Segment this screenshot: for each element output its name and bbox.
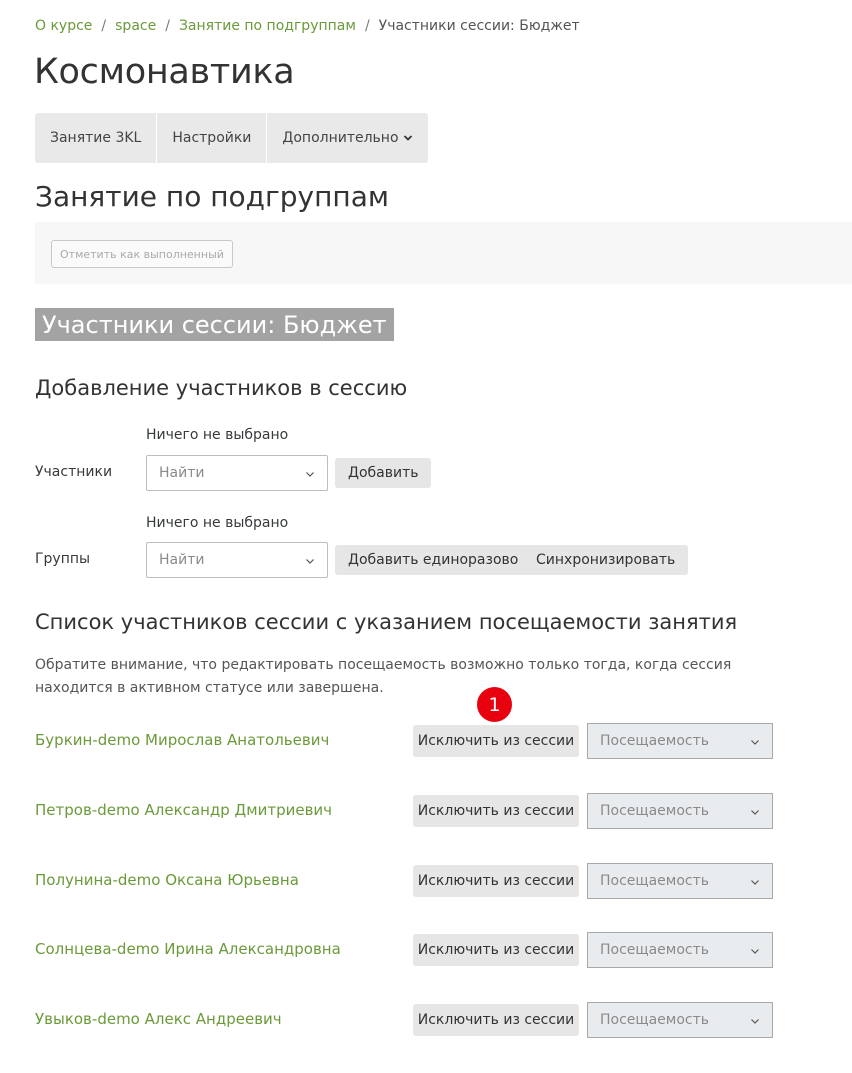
attendance-select[interactable]: Посещаемость (587, 932, 773, 968)
exclude-from-session-button[interactable]: Исключить из сессии (413, 725, 579, 757)
chevron-down-icon (751, 740, 759, 745)
secondary-navigation: Занятие 3KL Настройки Дополнительно (35, 113, 428, 163)
exclude-from-session-button[interactable]: Исключить из сессии (413, 1004, 579, 1036)
groups-search-select[interactable]: Найти (146, 542, 328, 578)
nav-item-label: Занятие 3KL (50, 130, 142, 146)
completion-bar: Отметить как выполненный (35, 222, 852, 284)
nav-item-lesson[interactable]: Занятие 3KL (35, 113, 158, 163)
participant-row: Буркин-demo Мирослав Анатольевич Исключи… (0, 723, 852, 759)
exclude-from-session-button[interactable]: Исключить из сессии (413, 865, 579, 897)
mark-complete-button[interactable]: Отметить как выполненный (51, 240, 233, 268)
participant-name-link[interactable]: Увыков-demo Алекс Андреевич (35, 1010, 282, 1028)
chevron-down-icon (751, 949, 759, 954)
breadcrumb-separator: / (364, 18, 370, 34)
attendance-select[interactable]: Посещаемость (587, 793, 773, 829)
session-heading: Участники сессии: Бюджет (35, 308, 394, 341)
step-badge: 1 (477, 687, 512, 722)
attendance-select[interactable]: Посещаемость (587, 723, 773, 759)
groups-search-placeholder: Найти (159, 552, 205, 568)
participant-name-link[interactable]: Солнцева-demo Ирина Александровна (35, 940, 341, 958)
attendance-placeholder: Посещаемость (600, 873, 710, 889)
exclude-from-session-button[interactable]: Исключить из сессии (413, 795, 579, 827)
chevron-down-icon (306, 559, 314, 564)
participant-name-link[interactable]: Буркин-demo Мирослав Анатольевич (35, 731, 329, 749)
participant-row: Полунина-demo Оксана Юрьевна Исключить и… (0, 863, 852, 899)
breadcrumb-separator: / (165, 18, 170, 34)
chevron-down-icon (751, 810, 759, 815)
participant-list-heading: Список участников сессии с указанием пос… (35, 610, 738, 634)
groups-label: Группы (35, 551, 91, 567)
breadcrumb-item-course[interactable]: О курсе (35, 18, 92, 34)
attendance-select[interactable]: Посещаемость (587, 863, 773, 899)
groups-none-selected: Ничего не выбрано (146, 515, 289, 531)
participants-search-placeholder: Найти (159, 465, 205, 481)
participant-name-link[interactable]: Полунина-demo Оксана Юрьевна (35, 871, 299, 889)
participant-name-link[interactable]: Петров-demo Александр Дмитриевич (35, 801, 332, 819)
chevron-down-icon (306, 472, 314, 477)
breadcrumb-item-space[interactable]: space (115, 18, 156, 34)
attendance-placeholder: Посещаемость (600, 733, 710, 749)
page-title: Космонавтика (34, 52, 295, 92)
nav-item-label: Настройки (172, 130, 252, 146)
attendance-placeholder: Посещаемость (600, 942, 710, 958)
add-group-once-button[interactable]: Добавить единоразово (335, 545, 532, 575)
add-participant-button[interactable]: Добавить (335, 458, 432, 488)
chevron-down-icon (403, 135, 412, 141)
participant-row: Петров-demo Александр Дмитриевич Исключи… (0, 793, 852, 829)
chevron-down-icon (751, 880, 759, 885)
attendance-select[interactable]: Посещаемость (587, 1002, 773, 1038)
sync-groups-button[interactable]: Синхронизировать (523, 545, 689, 575)
participants-label: Участники (35, 464, 113, 480)
chevron-down-icon (751, 1019, 759, 1024)
attendance-placeholder: Посещаемость (600, 1012, 710, 1028)
breadcrumb: О курсе / space / Занятие по подгруппам … (35, 16, 580, 36)
breadcrumb-separator: / (101, 18, 107, 34)
nav-item-label: Дополнительно (282, 130, 399, 146)
attendance-placeholder: Посещаемость (600, 803, 710, 819)
activity-title: Занятие по подгруппам (35, 180, 389, 213)
breadcrumb-current: Участники сессии: Бюджет (378, 18, 580, 34)
attendance-note: Обратите внимание, что редактировать пос… (35, 657, 732, 696)
participants-search-select[interactable]: Найти (146, 455, 328, 491)
add-participants-heading: Добавление участников в сессию (35, 376, 408, 400)
exclude-from-session-button[interactable]: Исключить из сессии (413, 934, 579, 966)
participant-row: Увыков-demo Алекс Андреевич Исключить из… (0, 1002, 852, 1038)
nav-item-more[interactable]: Дополнительно (267, 113, 427, 163)
nav-item-settings[interactable]: Настройки (157, 113, 268, 163)
participants-none-selected: Ничего не выбрано (146, 427, 289, 443)
participant-row: Солнцева-demo Ирина Александровна Исключ… (0, 932, 852, 968)
breadcrumb-item-activity[interactable]: Занятие по подгруппам (179, 18, 356, 34)
